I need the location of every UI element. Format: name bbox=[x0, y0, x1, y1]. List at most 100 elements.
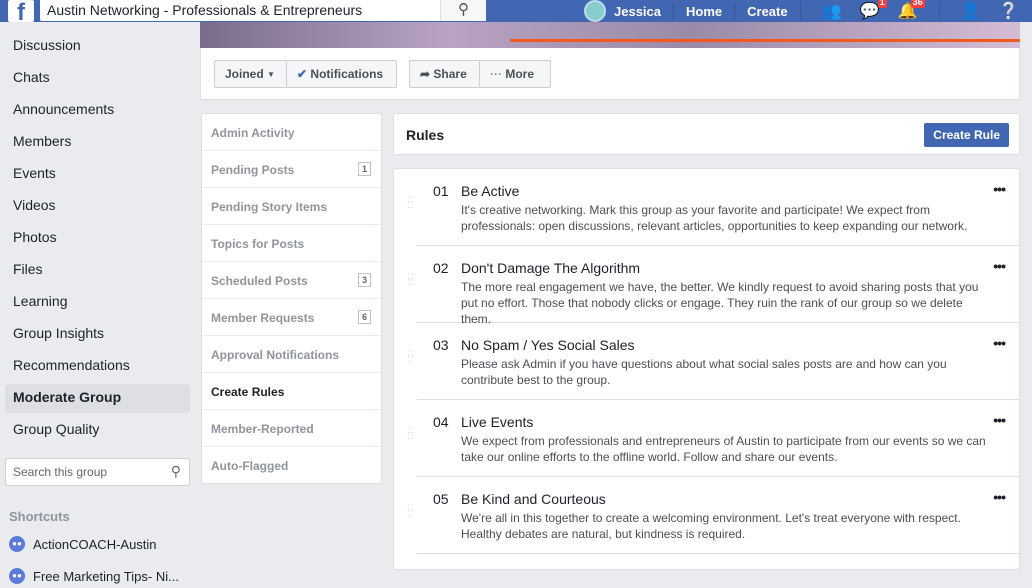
top-nav: Jessica Home Create 👥 💬1 🔔36 👤 ❔ ▼ bbox=[584, 0, 1032, 22]
rule-options-icon[interactable]: ••• bbox=[993, 258, 1006, 274]
check-icon: ✔ bbox=[297, 67, 308, 81]
create-link[interactable]: Create bbox=[747, 4, 787, 19]
mod-item-pending-posts[interactable]: Pending Posts 1 bbox=[202, 151, 381, 188]
rule-number: 03 bbox=[433, 337, 449, 353]
avatar[interactable] bbox=[584, 0, 606, 22]
count-badge: 3 bbox=[357, 273, 371, 287]
rule-number: 05 bbox=[433, 491, 449, 507]
sidebar-item-group-insights[interactable]: Group Insights bbox=[0, 320, 197, 352]
rule-number: 01 bbox=[433, 183, 449, 199]
search-placeholder: Search this group bbox=[13, 465, 108, 479]
rule-number: 04 bbox=[433, 414, 449, 430]
moderation-menu: Admin Activity Pending Posts 1 Pending St… bbox=[201, 113, 382, 484]
sidebar-item-discussion[interactable]: Discussion bbox=[0, 32, 197, 64]
create-rule-button[interactable]: Create Rule bbox=[924, 123, 1009, 147]
group-icon: ●● bbox=[9, 536, 25, 552]
mod-item-member-reported[interactable]: Member-Reported bbox=[202, 410, 381, 447]
rule-item: :::: 02 Don't Damage The AlgorithmThe more… bbox=[407, 246, 1019, 326]
top-bar: f Austin Networking - Professionals & En… bbox=[0, 0, 1032, 22]
drag-handle-icon[interactable]: :::: bbox=[407, 195, 415, 211]
shortcut-item[interactable]: ●● ActionCOACH-Austin bbox=[9, 536, 157, 552]
rule-item: :::: 03 No Spam / Yes Social Sales Please a… bbox=[407, 323, 1019, 400]
sidebar-item-photos[interactable]: Photos bbox=[0, 224, 197, 256]
rule-title: Be Active bbox=[461, 183, 520, 199]
divider bbox=[938, 2, 940, 20]
drag-handle-icon[interactable]: :::: bbox=[407, 503, 415, 519]
rule-title: No Spam / Yes Social Sales bbox=[461, 337, 635, 353]
home-link[interactable]: Home bbox=[686, 4, 722, 19]
sidebar-item-moderate-group[interactable]: Moderate Group bbox=[5, 384, 190, 413]
search-input[interactable]: Austin Networking - Professionals & Entr… bbox=[40, 0, 440, 21]
mod-item-create-rules[interactable]: Create Rules bbox=[202, 373, 381, 410]
rule-title: Be Kind and Courteous bbox=[461, 491, 606, 507]
rules-header: Rules Create Rule bbox=[393, 113, 1020, 155]
drag-handle-icon[interactable]: :::: bbox=[407, 349, 415, 365]
shortcuts-heading: Shortcuts bbox=[9, 509, 70, 524]
search-icon[interactable]: ⚲ bbox=[440, 0, 486, 21]
messenger-badge: 1 bbox=[877, 0, 887, 8]
divider bbox=[734, 2, 736, 20]
notifications-badge: 36 bbox=[910, 0, 925, 8]
mod-item-admin-activity[interactable]: Admin Activity bbox=[202, 114, 381, 151]
sidebar-item-files[interactable]: Files bbox=[0, 256, 197, 288]
facebook-logo[interactable]: f bbox=[8, 0, 34, 22]
rule-description: We expect from professionals and entrepr… bbox=[461, 434, 986, 464]
mod-item-pending-story-items[interactable]: Pending Story Items bbox=[202, 188, 381, 225]
sidebar-item-events[interactable]: Events bbox=[0, 160, 197, 192]
rule-options-icon[interactable]: ••• bbox=[993, 489, 1006, 505]
rules-list: :::: 01 Be ActiveIt's creative networking.… bbox=[393, 168, 1020, 570]
group-search-input[interactable]: Search this group ⚲ bbox=[5, 458, 190, 486]
count-badge: 6 bbox=[357, 310, 371, 324]
divider bbox=[799, 2, 801, 20]
more-label: More bbox=[505, 67, 535, 81]
rule-item: :::: 05 Be Kind and CourteousWe're all in … bbox=[407, 477, 1019, 554]
rule-options-icon[interactable]: ••• bbox=[993, 181, 1006, 197]
group-icon: ●● bbox=[9, 568, 25, 584]
notifications-label: Notifications bbox=[310, 67, 384, 81]
rule-title: Live Events bbox=[461, 414, 534, 430]
notifications-icon[interactable]: 🔔 36 bbox=[895, 0, 925, 21]
more-button[interactable]: ··· More bbox=[479, 60, 551, 88]
group-actions-card: Joined ▼ ✔ Notifications ➦ Share ··· Mor… bbox=[200, 48, 1020, 100]
caret-down-icon: ▼ bbox=[267, 69, 275, 79]
mod-item-auto-flagged[interactable]: Auto-Flagged bbox=[202, 447, 381, 484]
group-sidebar: Discussion Chats Announcements Members E… bbox=[0, 32, 197, 448]
rule-number: 02 bbox=[433, 260, 449, 276]
help-icon[interactable]: ❔ bbox=[996, 1, 1022, 21]
cover-photo bbox=[200, 22, 1020, 48]
sidebar-item-learning[interactable]: Learning bbox=[0, 288, 197, 320]
drag-handle-icon[interactable]: :::: bbox=[407, 272, 415, 288]
sidebar-item-group-quality[interactable]: Group Quality bbox=[0, 416, 197, 448]
joined-button[interactable]: Joined ▼ bbox=[214, 60, 287, 88]
shortcut-item[interactable]: ●● Free Marketing Tips- Ni... bbox=[9, 568, 179, 584]
search-icon[interactable]: ⚲ bbox=[171, 463, 181, 480]
rule-options-icon[interactable]: ••• bbox=[993, 412, 1006, 428]
rule-options-icon[interactable]: ••• bbox=[993, 335, 1006, 351]
sidebar-item-recommendations[interactable]: Recommendations bbox=[0, 352, 197, 384]
sidebar-item-videos[interactable]: Videos bbox=[0, 192, 197, 224]
notifications-button[interactable]: ✔ Notifications bbox=[286, 60, 397, 88]
share-button[interactable]: ➦ Share bbox=[409, 60, 480, 88]
friends-icon[interactable]: 👥 bbox=[819, 1, 845, 21]
joined-label: Joined bbox=[225, 67, 264, 81]
global-search[interactable]: Austin Networking - Professionals & Entr… bbox=[40, 0, 486, 21]
mod-item-approval-notifications[interactable]: Approval Notifications bbox=[202, 336, 381, 373]
shortcut-label: Free Marketing Tips- Ni... bbox=[33, 568, 179, 584]
profile-link[interactable]: Jessica bbox=[614, 4, 661, 19]
mod-item-member-requests[interactable]: Member Requests 6 bbox=[202, 299, 381, 336]
messenger-icon[interactable]: 💬 1 bbox=[857, 0, 887, 21]
quick-help-icon[interactable]: 👤 bbox=[958, 1, 984, 21]
drag-handle-icon[interactable]: :::: bbox=[407, 426, 415, 442]
rule-title: Don't Damage The Algorithm bbox=[461, 260, 641, 276]
rule-description: We're all in this together to create a w… bbox=[461, 511, 961, 541]
shortcut-label: ActionCOACH-Austin bbox=[33, 536, 157, 552]
mod-item-topics[interactable]: Topics for Posts bbox=[202, 225, 381, 262]
mod-item-scheduled-posts[interactable]: Scheduled Posts 3 bbox=[202, 262, 381, 299]
divider bbox=[673, 2, 674, 20]
sidebar-item-announcements[interactable]: Announcements bbox=[0, 96, 197, 128]
sidebar-item-members[interactable]: Members bbox=[0, 128, 197, 160]
rule-description: It's creative networking. Mark this grou… bbox=[461, 203, 968, 233]
rule-item: :::: 01 Be ActiveIt's creative networking.… bbox=[407, 169, 1019, 246]
rule-description: The more real engagement we have, the be… bbox=[461, 280, 979, 326]
sidebar-item-chats[interactable]: Chats bbox=[0, 64, 197, 96]
